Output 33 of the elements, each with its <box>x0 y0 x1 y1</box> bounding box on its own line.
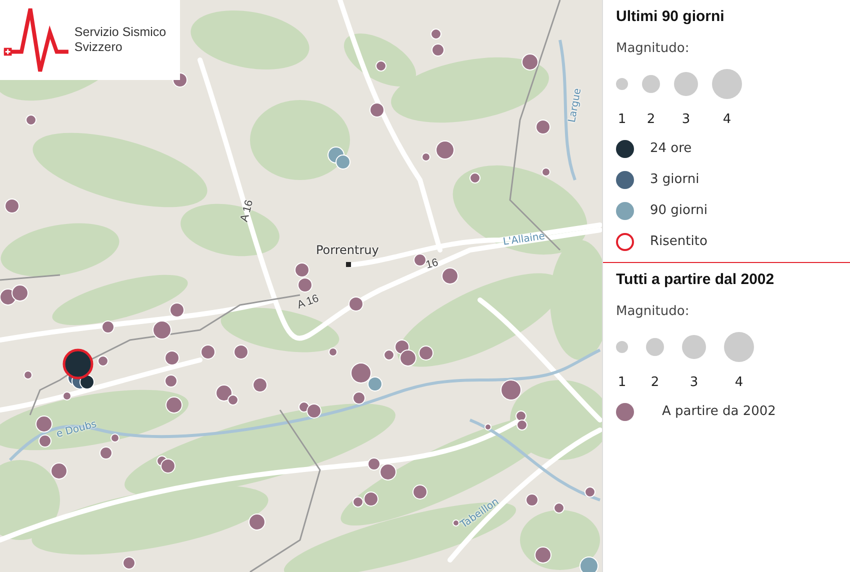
magnitude-number: 1 <box>618 375 626 390</box>
map-label: L'Allaine <box>502 231 546 248</box>
magnitude-number: 2 <box>646 112 656 127</box>
map-label: 16 <box>424 256 440 272</box>
map-label: A 16 <box>296 292 320 312</box>
magnitude-number: 3 <box>682 112 690 127</box>
map-label: A 16 <box>238 198 256 224</box>
magnitude-size-icon <box>642 75 660 93</box>
magnitude-label: Magnitudo: <box>616 304 690 319</box>
magnitude-size-icon <box>682 335 706 359</box>
map-label: Largue <box>566 88 584 124</box>
magnitude-number: 3 <box>690 375 698 390</box>
magnitude-size-icon <box>616 78 628 90</box>
logo-text: Servizio Sismico Svizzero <box>74 25 168 55</box>
magnitude-size-icon <box>724 332 754 362</box>
legend-label: Risentito <box>650 234 708 249</box>
magnitude-number: 2 <box>650 375 660 390</box>
legend-label: 24 ore <box>650 141 692 156</box>
magnitude-size-icon <box>712 69 742 99</box>
legend-label: 3 giorni <box>650 172 700 187</box>
magnitude-size-icon <box>616 341 628 353</box>
legend-label: A partire da 2002 <box>662 404 776 419</box>
legend-title: Ultimi 90 giorni <box>616 8 726 25</box>
legend-label: 90 giorni <box>650 203 708 218</box>
map-label: e Doubs <box>55 418 98 440</box>
magnitude-size-icon <box>674 72 698 96</box>
magnitude-number: 4 <box>722 112 732 127</box>
legend-title: Tutti a partire dal 2002 <box>616 271 776 288</box>
magnitude-label: Magnitudo: <box>616 41 690 56</box>
magnitude-number: 4 <box>734 375 744 390</box>
magnitude-number: 1 <box>618 112 626 127</box>
magnitude-size-icon <box>646 338 664 356</box>
map-label: Porrentruy <box>316 243 379 257</box>
